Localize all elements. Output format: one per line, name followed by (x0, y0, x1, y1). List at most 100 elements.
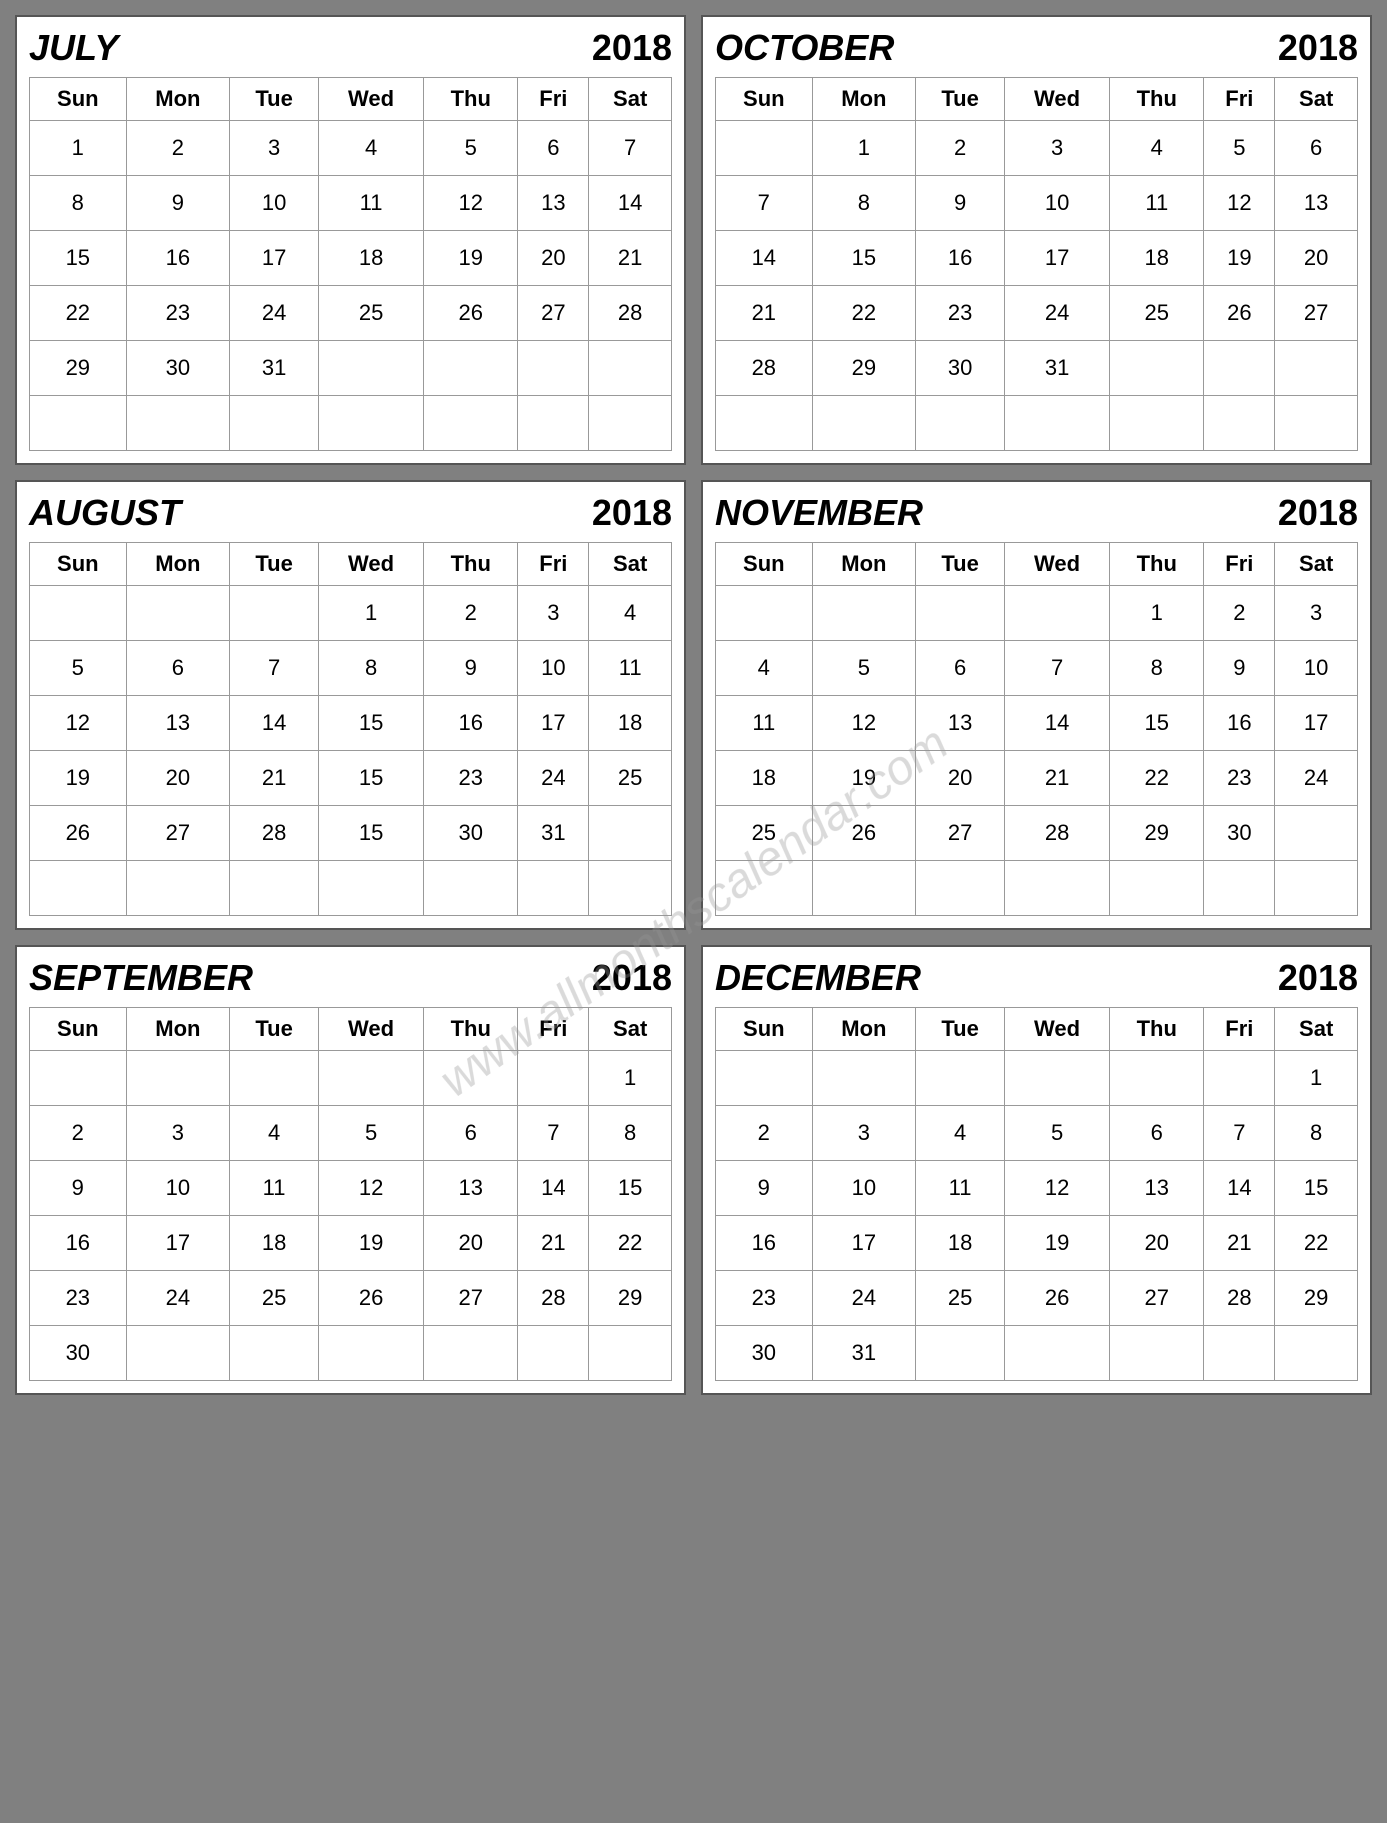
calendar-day: 19 (318, 1216, 423, 1271)
calendar-day: 29 (812, 341, 916, 396)
december-day-header: Sun (716, 1008, 813, 1051)
calendar-day: 3 (1004, 121, 1109, 176)
calendar-day: 28 (1004, 806, 1109, 861)
calendar-day: 29 (1275, 1271, 1358, 1326)
calendar-day: 6 (126, 641, 230, 696)
calendar-day: 12 (1204, 176, 1275, 231)
calendar-day: 22 (589, 1216, 672, 1271)
calendar-day (424, 1326, 518, 1381)
calendar-day: 28 (1204, 1271, 1275, 1326)
calendar-day: 8 (589, 1106, 672, 1161)
calendar-day: 10 (1275, 641, 1358, 696)
calendar-day: 2 (916, 121, 1005, 176)
calendar-day: 25 (589, 751, 672, 806)
calendar-day: 18 (318, 231, 423, 286)
july-day-header: Mon (126, 78, 230, 121)
calendar-day: 10 (1004, 176, 1109, 231)
calendar-day (1204, 341, 1275, 396)
calendar-day: 25 (716, 806, 813, 861)
calendar-day: 2 (424, 586, 518, 641)
october-day-header: Mon (812, 78, 916, 121)
calendar-day: 6 (518, 121, 589, 176)
calendar-day (812, 1051, 916, 1106)
calendar-day: 7 (716, 176, 813, 231)
calendar-day: 17 (518, 696, 589, 751)
calendar-day (230, 396, 319, 451)
calendar-day: 25 (230, 1271, 319, 1326)
calendar-day: 27 (1275, 286, 1358, 341)
calendar-day: 4 (1110, 121, 1204, 176)
october-day-header: Tue (916, 78, 1005, 121)
calendar-day: 12 (812, 696, 916, 751)
calendar-day: 27 (916, 806, 1005, 861)
calendar-day: 19 (1004, 1216, 1109, 1271)
calendar-day: 3 (812, 1106, 916, 1161)
calendar-day (318, 1051, 423, 1106)
december-year: 2018 (1278, 957, 1358, 999)
august-month: AUGUST (29, 492, 181, 534)
july-day-header: Tue (230, 78, 319, 121)
calendar-day (916, 1326, 1005, 1381)
calendar-day: 11 (916, 1161, 1005, 1216)
calendar-day: 30 (916, 341, 1005, 396)
december-month: DECEMBER (715, 957, 921, 999)
october-day-header: Wed (1004, 78, 1109, 121)
calendar-day: 13 (1110, 1161, 1204, 1216)
calendar-day (1110, 1326, 1204, 1381)
calendar-day: 30 (716, 1326, 813, 1381)
calendar-day: 4 (230, 1106, 319, 1161)
july-day-header: Sun (30, 78, 127, 121)
calendar-day (30, 396, 127, 451)
calendar-day: 15 (318, 806, 423, 861)
september-day-header: Thu (424, 1008, 518, 1051)
calendar-day (716, 1051, 813, 1106)
calendar-day (424, 861, 518, 916)
calendar-day (1004, 861, 1109, 916)
calendar-day (1275, 396, 1358, 451)
august-header: AUGUST2018 (29, 492, 672, 534)
calendar-day (812, 586, 916, 641)
calendar-day (318, 341, 423, 396)
calendar-day (30, 861, 127, 916)
calendar-day: 3 (518, 586, 589, 641)
september-month: SEPTEMBER (29, 957, 253, 999)
august-day-header: Thu (424, 543, 518, 586)
july-day-header: Sat (589, 78, 672, 121)
calendar-day: 9 (716, 1161, 813, 1216)
october-day-header: Thu (1110, 78, 1204, 121)
october-table: SunMonTueWedThuFriSat1234567891011121314… (715, 77, 1358, 451)
calendar-day (716, 396, 813, 451)
november-day-header: Thu (1110, 543, 1204, 586)
calendar-day (318, 1326, 423, 1381)
calendar-day (424, 341, 518, 396)
calendar-day: 15 (318, 751, 423, 806)
december-day-header: Tue (916, 1008, 1005, 1051)
calendar-november: NOVEMBER2018SunMonTueWedThuFriSat1234567… (701, 480, 1372, 930)
calendar-day (1204, 396, 1275, 451)
calendar-day: 9 (126, 176, 230, 231)
calendar-day: 8 (1110, 641, 1204, 696)
july-month: JULY (29, 27, 118, 69)
calendar-day: 15 (1110, 696, 1204, 751)
july-year: 2018 (592, 27, 672, 69)
calendar-day: 5 (1004, 1106, 1109, 1161)
calendar-day: 18 (716, 751, 813, 806)
calendar-day: 19 (30, 751, 127, 806)
calendar-day: 4 (716, 641, 813, 696)
calendar-day: 3 (1275, 586, 1358, 641)
calendar-day (518, 341, 589, 396)
calendar-day: 31 (230, 341, 319, 396)
august-day-header: Wed (318, 543, 423, 586)
calendar-day: 20 (916, 751, 1005, 806)
calendar-day: 14 (1004, 696, 1109, 751)
calendar-day (1275, 806, 1358, 861)
calendar-day: 5 (424, 121, 518, 176)
calendar-day: 4 (916, 1106, 1005, 1161)
calendar-day: 23 (126, 286, 230, 341)
calendar-day (589, 861, 672, 916)
calendar-day (126, 861, 230, 916)
calendar-day: 27 (518, 286, 589, 341)
calendar-day: 1 (318, 586, 423, 641)
calendar-day: 17 (126, 1216, 230, 1271)
calendar-day: 12 (1004, 1161, 1109, 1216)
